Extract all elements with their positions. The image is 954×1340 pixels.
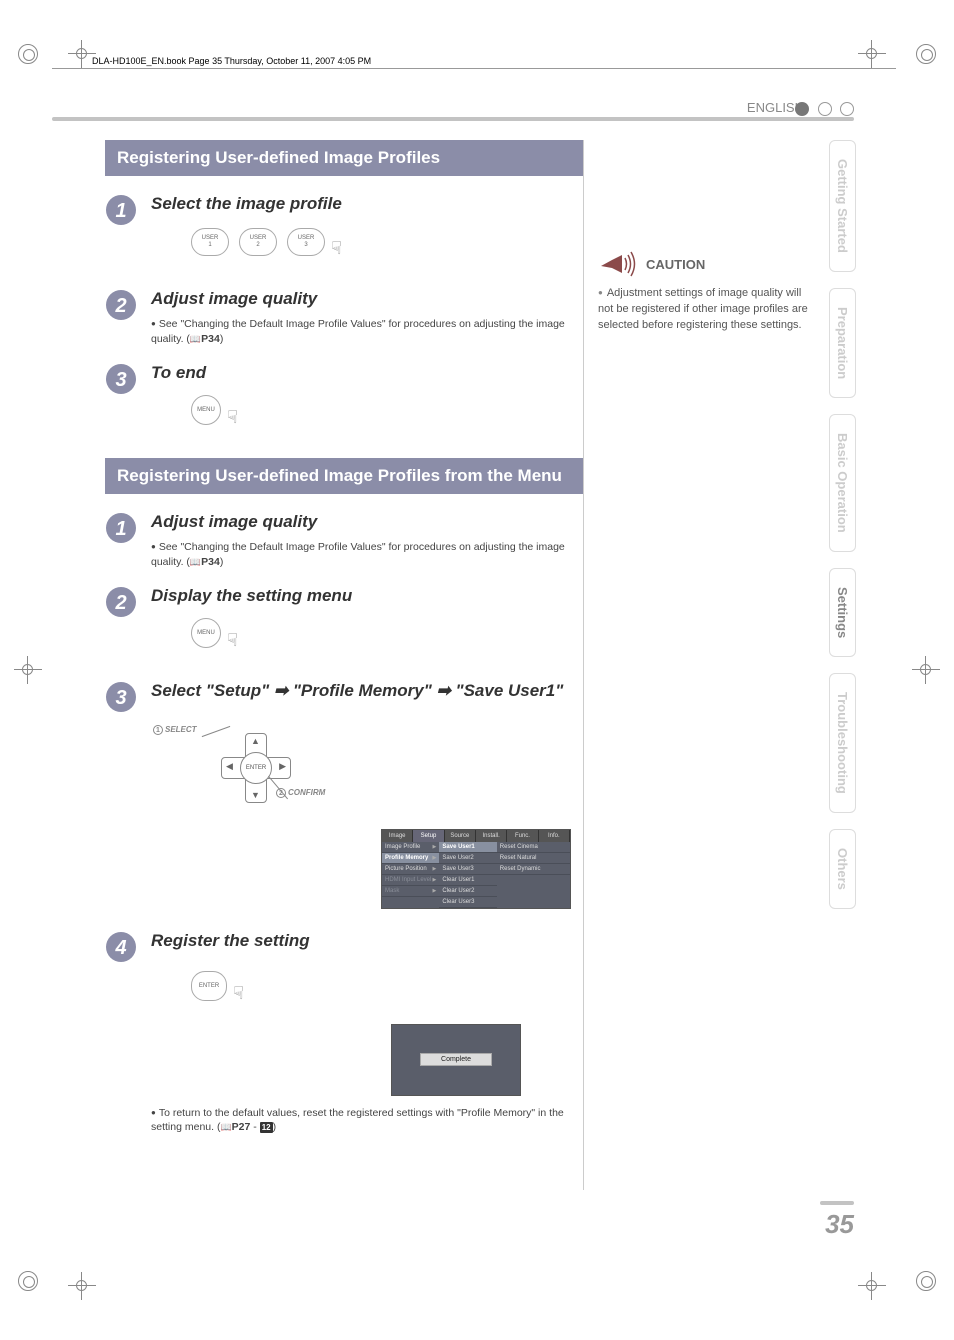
caution-text: Adjustment settings of image quality wil…: [598, 286, 808, 334]
press-hand-icon: ☟: [227, 630, 238, 651]
user2-button: USER2: [239, 228, 277, 256]
step-2-2: 2 Display the setting menu MENU ☟: [105, 586, 583, 665]
menu-tab: Func.: [507, 830, 538, 842]
step-1-3: 3 To end MENU ☟: [105, 363, 583, 442]
menu-tab: Setup: [413, 830, 444, 842]
crop-mark: [916, 1271, 936, 1296]
svg-text:2: 2: [114, 295, 126, 317]
menu-tab: Image: [382, 830, 413, 842]
down-arrow-icon: ▼: [251, 790, 260, 800]
section-heading-2: Registering User-defined Image Profiles …: [105, 458, 583, 494]
dpad-diagram: 1SELECT ENTER ▲ ▼ ◀ ▶ 2CONFIRM: [181, 723, 321, 813]
crop-mark: [916, 44, 936, 69]
crop-mark: [916, 660, 936, 680]
osd-menu-screenshot: Image Setup Source Install. Func. Info. …: [381, 829, 571, 909]
menu-button: MENU: [191, 395, 221, 425]
tab-others: Others: [829, 829, 856, 909]
arrow-right-icon: ➡: [274, 681, 288, 700]
language-indicators: [791, 100, 854, 118]
menu-left-col: Image Profile▶ Profile Memory▶ Picture P…: [382, 842, 439, 908]
crop-mark: [72, 44, 92, 64]
menu-button: MENU: [191, 618, 221, 648]
up-arrow-icon: ▲: [251, 736, 260, 746]
step-title: To end: [151, 363, 583, 383]
crop-mark: [18, 660, 38, 680]
crop-mark: [18, 44, 38, 69]
menu-tab: Info.: [539, 830, 570, 842]
step-1-1: 1 Select the image profile USER1 USER2 U…: [105, 194, 583, 273]
step-2-1: 1 Adjust image quality ●See "Changing th…: [105, 512, 583, 569]
step-title: Adjust image quality: [151, 512, 583, 532]
step-2-3: 3 Select "Setup" ➡ "Profile Memory" ➡ "S…: [105, 681, 583, 909]
step-note: ●To return to the default values, reset …: [151, 1106, 583, 1135]
arrow-right-icon: ➡: [437, 681, 451, 700]
header-file-info: DLA-HD100E_EN.book Page 35 Thursday, Oct…: [92, 56, 371, 66]
caution-heading: CAUTION: [646, 257, 705, 272]
left-arrow-icon: ◀: [226, 761, 233, 772]
step-title: Select "Setup" ➡ "Profile Memory" ➡ "Sav…: [151, 681, 583, 701]
osd-complete-dialog: Complete: [391, 1024, 521, 1096]
caution-block: CAUTION Adjustment settings of image qua…: [598, 250, 808, 334]
page-number: 35: [820, 1201, 854, 1240]
svg-text:1: 1: [115, 200, 126, 222]
step-number-1-icon: 1: [105, 194, 137, 226]
svg-text:1: 1: [115, 518, 126, 540]
lang-dot: [840, 102, 854, 116]
step-2-4: 4 Register the setting ENTER ☟ Complete …: [105, 931, 583, 1135]
user3-button: USER3: [287, 228, 325, 256]
header-rule: [52, 68, 896, 69]
crop-mark: [18, 1271, 38, 1296]
step-1-2: 2 Adjust image quality ●See "Changing th…: [105, 289, 583, 346]
step-number-2-icon: 2: [105, 289, 137, 321]
svg-text:3: 3: [115, 687, 126, 709]
svg-text:3: 3: [115, 369, 126, 391]
tab-troubleshooting: Troubleshooting: [829, 673, 856, 813]
main-content: Registering User-defined Image Profiles …: [105, 140, 583, 1151]
step-title: Display the setting menu: [151, 586, 583, 606]
enter-button: ENTER: [191, 971, 227, 1001]
chapter-tabs: Getting Started Preparation Basic Operat…: [829, 140, 859, 925]
press-hand-icon: ☟: [227, 407, 238, 428]
section-heading-1: Registering User-defined Image Profiles: [105, 140, 583, 176]
press-hand-survey-icon: ☟: [233, 983, 244, 1004]
step-title: Adjust image quality: [151, 289, 583, 309]
header-bar: [52, 117, 854, 121]
tab-getting-started: Getting Started: [829, 140, 856, 272]
tab-basic-operation: Basic Operation: [829, 414, 856, 552]
enter-button: ENTER: [240, 752, 272, 784]
menu-mid-col: Save User1 Save User2 Save User3 Clear U…: [439, 842, 496, 908]
press-hand-icon: ☟: [331, 238, 342, 259]
user1-button: USER1: [191, 228, 229, 256]
tab-settings: Settings: [829, 568, 856, 657]
megaphone-icon: [598, 250, 638, 278]
step-number-1-icon: 1: [105, 512, 137, 544]
lang-dot: [818, 102, 832, 116]
svg-text:4: 4: [114, 937, 126, 959]
step-title: Register the setting: [151, 931, 583, 951]
menu-tab: Install.: [476, 830, 507, 842]
crop-mark: [862, 1276, 882, 1296]
lang-dot-active: [795, 102, 809, 116]
right-arrow-icon: ▶: [279, 761, 286, 772]
step-note: ●See "Changing the Default Image Profile…: [151, 317, 583, 346]
menu-right-col: Reset Cinema Reset Natural Reset Dynamic: [497, 842, 570, 908]
step-title: Select the image profile: [151, 194, 583, 214]
step-note: ●See "Changing the Default Image Profile…: [151, 540, 583, 569]
step-number-4-icon: 4: [105, 931, 137, 963]
step-number-3-icon: 3: [105, 363, 137, 395]
column-divider: [583, 140, 584, 1190]
menu-tab: Source: [445, 830, 476, 842]
complete-label: Complete: [420, 1053, 492, 1066]
svg-text:2: 2: [114, 592, 126, 614]
manual-page: DLA-HD100E_EN.book Page 35 Thursday, Oct…: [0, 0, 954, 1340]
step-number-3-icon: 3: [105, 681, 137, 713]
crop-mark: [862, 44, 882, 64]
tab-preparation: Preparation: [829, 288, 856, 398]
crop-mark: [72, 1276, 92, 1296]
step-number-2-icon: 2: [105, 586, 137, 618]
